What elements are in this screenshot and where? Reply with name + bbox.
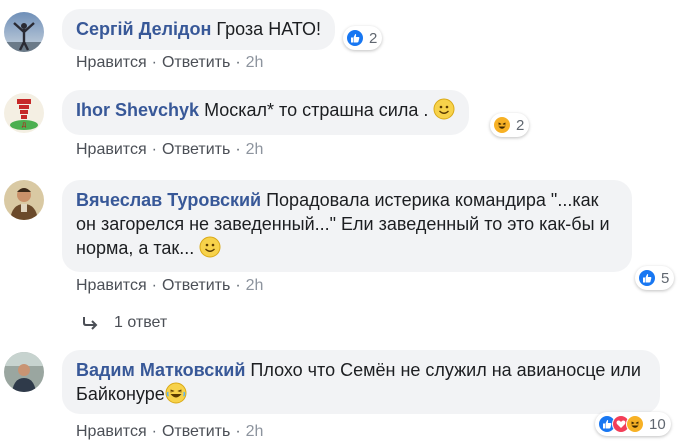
separator: ·	[151, 277, 157, 294]
like-link[interactable]: Нравится	[76, 54, 147, 71]
timestamp[interactable]: 2h	[246, 423, 264, 440]
reaction-summary[interactable]: 5	[635, 266, 675, 290]
reply-link[interactable]: Ответить	[162, 423, 230, 440]
comment-text: Гроза НАТО!	[216, 19, 321, 39]
separator: ·	[151, 141, 157, 158]
laugh-icon	[493, 116, 511, 134]
timestamp[interactable]: 2h	[246, 277, 264, 294]
reaction-summary[interactable]: 2	[343, 26, 383, 50]
comment-author[interactable]: Сергій Делідон	[76, 19, 211, 39]
avatar[interactable]	[4, 12, 44, 52]
reaction-summary[interactable]: 10	[595, 412, 671, 436]
reply-link[interactable]: Ответить	[162, 54, 230, 71]
reaction-count: 2	[516, 116, 525, 134]
laugh-icon	[626, 415, 644, 433]
separator: ·	[235, 423, 241, 440]
comment-bubble: Сергій Делідон Гроза НАТО!	[62, 9, 335, 50]
comment-bubble: Вадим Матковский Плохо что Семён не служ…	[62, 350, 660, 414]
comment-author[interactable]: Вячеслав Туровский	[76, 190, 261, 210]
reaction-count: 10	[649, 415, 666, 433]
comment-actions: Нравится · Ответить · 2h	[76, 54, 263, 72]
comment-bubble: Вячеслав Туровский Порадовала истерика к…	[62, 180, 632, 272]
reply-link[interactable]: Ответить	[162, 141, 230, 158]
comment-text: Москал* то страшна сила .	[204, 100, 429, 120]
svg-text:Д: Д	[22, 122, 27, 129]
like-icon	[638, 269, 656, 287]
comment-bubble: Ihor Shevchyk Москал* то страшна сила .	[62, 90, 470, 135]
reaction-count: 5	[661, 269, 670, 287]
view-replies-link[interactable]: 1 ответ	[82, 314, 167, 332]
laughing-emoji-icon	[165, 382, 187, 410]
replies-count-label[interactable]: 1 ответ	[114, 314, 167, 332]
separator: ·	[151, 54, 157, 71]
timestamp[interactable]: 2h	[246, 54, 264, 71]
avatar[interactable]: Д	[4, 93, 44, 133]
avatar[interactable]	[4, 180, 44, 220]
reply-arrow-icon	[83, 317, 98, 330]
comment-actions: Нравится · Ответить · 2h	[76, 141, 263, 159]
avatar[interactable]	[4, 352, 44, 392]
smile-emoji-icon	[199, 236, 221, 264]
separator: ·	[235, 277, 241, 294]
comment-actions: Нравится · Ответить · 2h	[76, 423, 263, 441]
reply-link[interactable]: Ответить	[162, 277, 230, 294]
reaction-count: 2	[369, 29, 378, 47]
like-link[interactable]: Нравится	[76, 423, 147, 440]
like-icon	[346, 29, 364, 47]
comment-author[interactable]: Вадим Матковский	[76, 360, 245, 380]
separator: ·	[151, 423, 157, 440]
reaction-summary[interactable]: 2	[490, 113, 530, 137]
comment-actions: Нравится · Ответить · 2h	[76, 277, 263, 295]
smile-emoji-icon	[433, 98, 455, 126]
comment-author[interactable]: Ihor Shevchyk	[76, 100, 199, 120]
timestamp[interactable]: 2h	[246, 141, 264, 158]
like-link[interactable]: Нравится	[76, 277, 147, 294]
separator: ·	[235, 141, 241, 158]
separator: ·	[235, 54, 241, 71]
like-link[interactable]: Нравится	[76, 141, 147, 158]
